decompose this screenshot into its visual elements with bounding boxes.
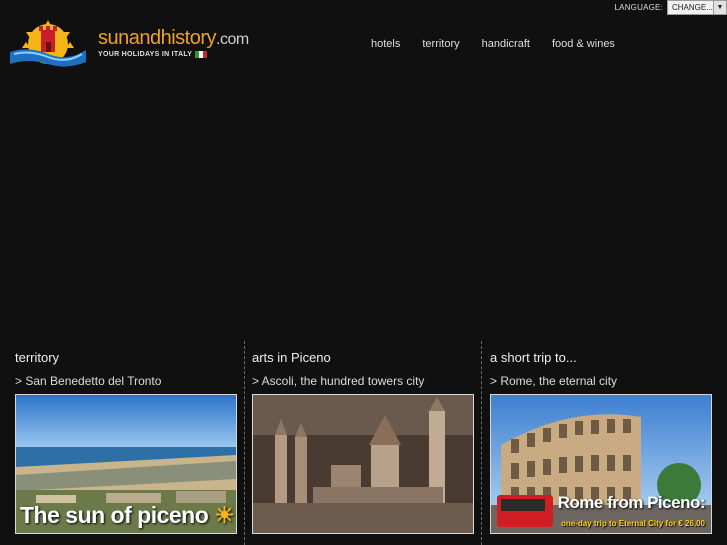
nav-hotels[interactable]: hotels	[371, 38, 400, 50]
language-select[interactable]: CHANGE... ▼	[667, 0, 727, 15]
nav-handicraft[interactable]: handicraft	[482, 38, 530, 50]
brand-text: sunandhistory.com YOUR HOLIDAYS IN ITALY	[98, 27, 249, 58]
brand-tagline-text: YOUR HOLIDAYS IN ITALY	[98, 50, 193, 58]
brand-name: sunandhistory.com	[98, 27, 249, 51]
trip-banner-title: Rome from Piceno:	[557, 493, 706, 512]
arts-banner[interactable]	[252, 394, 474, 534]
territory-banner-text: The sun of piceno ☀	[20, 502, 235, 528]
italian-flag-icon	[195, 50, 208, 58]
territory-link[interactable]: > San Benedetto del Tronto	[15, 374, 161, 388]
brand-name-main: sunandhistory	[98, 26, 217, 49]
brand-tagline: YOUR HOLIDAYS IN ITALY	[98, 50, 249, 58]
territory-title: territory	[15, 350, 60, 365]
nav-territory[interactable]: territory	[422, 38, 459, 50]
arts-column: arts in Piceno > Ascoli, the hundred tow…	[252, 341, 474, 545]
column-divider	[244, 341, 245, 545]
sun-castle-emblem-icon	[10, 20, 86, 67]
column-divider	[481, 341, 482, 545]
language-label: LANGUAGE:	[614, 3, 663, 12]
territory-column: territory > San Benedetto del Tronto The…	[15, 341, 237, 545]
ascoli-towers-image	[253, 395, 473, 533]
chevron-down-icon[interactable]: ▼	[713, 1, 726, 14]
trip-banner[interactable]: Rome from Piceno: one-day trip to Eterna…	[490, 394, 712, 534]
language-select-value: CHANGE...	[672, 3, 713, 12]
trip-banner-subtitle: one-day trip to Eternal City for € 26,00	[560, 519, 705, 528]
site-logo[interactable]: sunandhistory.com YOUR HOLIDAYS IN ITALY	[8, 18, 249, 70]
territory-banner[interactable]: The sun of piceno ☀	[15, 394, 237, 534]
main-nav: hotels territory handicraft food & wines	[371, 38, 637, 50]
language-bar: LANGUAGE: CHANGE... ▼	[615, 0, 727, 15]
trip-title: a short trip to...	[490, 350, 577, 365]
arts-link[interactable]: > Ascoli, the hundred towers city	[252, 374, 424, 388]
trip-link[interactable]: > Rome, the eternal city	[490, 374, 617, 388]
nav-food-wines[interactable]: food & wines	[552, 38, 615, 50]
arts-title: arts in Piceno	[252, 350, 331, 365]
trip-column: a short trip to... > Rome, the eternal c…	[490, 341, 712, 545]
brand-name-domain: .com	[216, 30, 249, 48]
sun-icon: ☀	[208, 502, 235, 528]
